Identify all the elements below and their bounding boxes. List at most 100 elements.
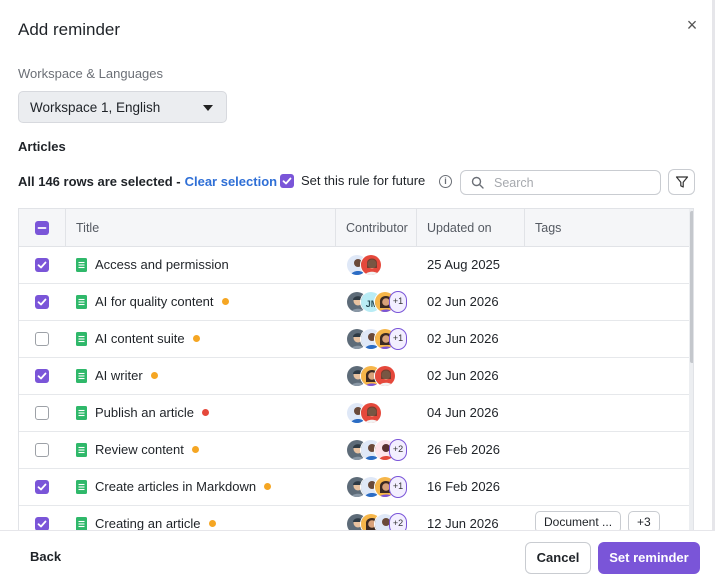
avatar [360,254,382,276]
more-contributors-badge[interactable]: +2 [389,513,407,530]
document-icon [76,332,87,346]
table-header: Title Contributor Updated on Tags [19,209,689,247]
table-row[interactable]: Review content +2 26 Feb 2026 [19,432,689,469]
articles-table: Title Contributor Updated on Tags Access… [18,208,694,530]
row-checkbox[interactable] [35,406,49,420]
article-title-cell[interactable]: Review content [95,442,199,457]
article-title: Publish an article [95,405,194,420]
document-icon [76,443,87,457]
check-icon [37,372,47,380]
check-icon [37,483,47,491]
article-title: Create articles in Markdown [95,479,257,494]
tag-chip[interactable]: Document ... [535,511,622,530]
article-title: Creating an article [95,516,201,530]
updated-on-cell: 26 Feb 2026 [427,442,501,457]
column-header-updated[interactable]: Updated on [416,209,492,247]
search-input[interactable] [494,175,644,190]
article-title-cell[interactable]: Publish an article [95,405,209,420]
workspace-select[interactable]: Workspace 1, English [18,91,227,123]
workspace-select-value: Workspace 1, English [30,99,161,115]
back-button[interactable]: Back [30,549,61,564]
table-row[interactable]: Creating an article +2 12 Jun 2026 Document… [19,506,689,530]
set-rule-checkbox[interactable] [280,174,294,188]
article-title: AI writer [95,368,143,383]
minus-icon [37,227,47,229]
check-icon [37,261,47,269]
add-reminder-dialog: Add reminder × Workspace & Languages Wor… [0,0,715,581]
row-checkbox[interactable] [35,480,49,494]
dialog-footer: Back Cancel Set reminder [0,530,715,581]
column-header-title[interactable]: Title [65,209,99,247]
set-reminder-button[interactable]: Set reminder [598,542,700,574]
article-title-cell[interactable]: Creating an article [95,516,216,530]
select-all-checkbox[interactable] [35,221,49,235]
avatar [374,365,396,387]
document-icon [76,258,87,272]
row-checkbox[interactable] [35,369,49,383]
table-row[interactable]: Publish an article 04 Jun 2026 [19,395,689,432]
updated-on-cell: 02 Jun 2026 [427,331,499,346]
updated-on-cell: 12 Jun 2026 [427,516,499,530]
row-checkbox[interactable] [35,295,49,309]
check-icon [282,177,292,185]
more-contributors-badge[interactable]: +1 [389,328,407,350]
row-checkbox[interactable] [35,443,49,457]
column-header-tags[interactable]: Tags [524,209,561,247]
article-title-cell[interactable]: Access and permission [95,257,229,272]
articles-label: Articles [18,139,66,154]
document-icon [76,369,87,383]
document-icon [76,480,87,494]
article-title: AI content suite [95,331,185,346]
filter-icon [675,176,688,188]
status-dot [191,446,199,453]
tag-chip[interactable]: +3 [628,511,660,530]
workspace-label: Workspace & Languages [18,66,164,81]
table-scrollbar-thumb[interactable] [690,211,693,363]
filter-button[interactable] [668,169,695,195]
close-button[interactable]: × [683,15,701,35]
status-dot [202,409,209,416]
clear-selection-link[interactable]: Clear selection [185,174,278,189]
status-dot [264,483,272,490]
article-title-cell[interactable]: AI content suite [95,331,200,346]
cancel-button[interactable]: Cancel [525,542,591,574]
status-dot [208,520,216,527]
dialog-title: Add reminder [18,20,121,39]
set-rule-label: Set this rule for future [301,173,426,188]
column-header-contributor[interactable]: Contributor [335,209,408,247]
search-box[interactable] [460,170,661,195]
article-title: Access and permission [95,257,229,272]
more-contributors-badge[interactable]: +2 [389,439,407,461]
table-row[interactable]: AI writer 02 Jun 2026 [19,358,689,395]
status-dot [192,335,200,342]
document-icon [76,295,87,309]
search-icon [471,176,484,189]
row-checkbox[interactable] [35,332,49,346]
avatar [360,402,382,424]
updated-on-cell: 16 Feb 2026 [427,479,501,494]
article-title-cell[interactable]: AI writer [95,368,158,383]
more-contributors-badge[interactable]: +1 [389,476,407,498]
row-checkbox[interactable] [35,258,49,272]
updated-on-cell: 02 Jun 2026 [427,294,499,309]
more-contributors-badge[interactable]: +1 [389,291,407,313]
article-title-cell[interactable]: AI for quality content [95,294,229,309]
table-row[interactable]: AI for quality content JM +1 02 Jun 2026 [19,284,689,321]
status-dot [150,372,158,379]
table-row[interactable]: Access and permission 25 Aug 2025 [19,247,689,284]
table-row[interactable]: AI content suite +1 02 Jun 2026 [19,321,689,358]
updated-on-cell: 02 Jun 2026 [427,368,499,383]
document-icon [76,517,87,530]
article-title: Review content [95,442,184,457]
status-dot [221,298,229,305]
row-checkbox[interactable] [35,517,49,530]
document-icon [76,406,87,420]
info-icon[interactable]: i [439,175,452,188]
check-icon [37,520,47,528]
article-title-cell[interactable]: Create articles in Markdown [95,479,272,494]
selection-text: All 146 rows are selected - [18,173,181,189]
caret-down-icon [203,105,213,111]
table-row[interactable]: Create articles in Markdown +1 16 Feb 2026 [19,469,689,506]
check-icon [37,298,47,306]
updated-on-cell: 04 Jun 2026 [427,405,499,420]
